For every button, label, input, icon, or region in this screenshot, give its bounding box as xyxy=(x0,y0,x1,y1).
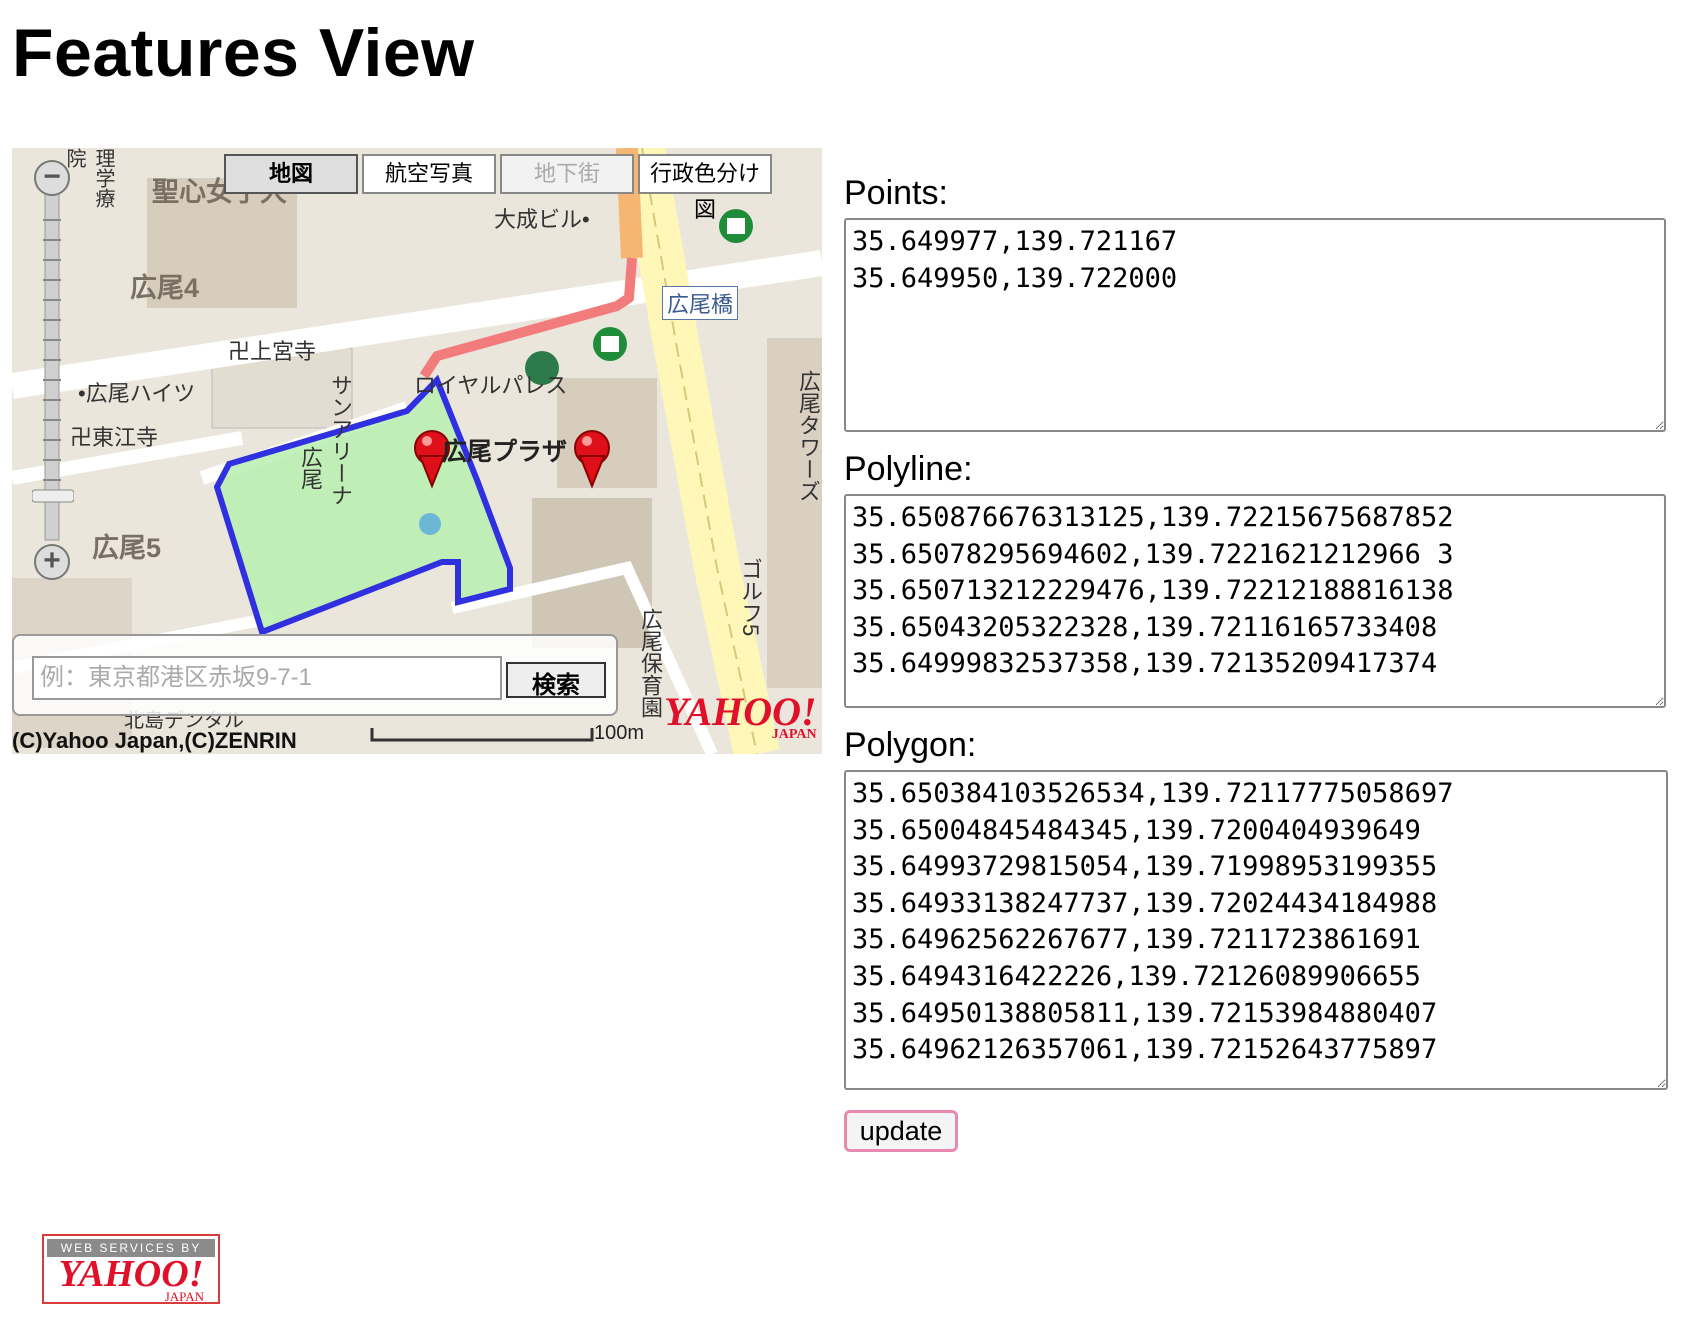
map-label: 卍東江寺 xyxy=(70,425,159,450)
map-label: ロイヤルパレス xyxy=(414,373,568,398)
map-type-admin-button[interactable]: 行政色分け図 xyxy=(638,154,772,222)
map-label: •広尾ハイツ xyxy=(78,381,196,406)
map-label: 広尾5 xyxy=(92,533,162,563)
zoom-slider-handle xyxy=(31,489,75,503)
map-label: 広尾 xyxy=(298,446,323,490)
map-type-map-button[interactable]: 地図 xyxy=(224,154,358,194)
zoom-in-button[interactable]: + xyxy=(34,544,70,580)
map-label: 広尾タワーズ xyxy=(796,370,821,502)
polygon-textarea[interactable] xyxy=(844,770,1668,1090)
map-label: サンアリーナ xyxy=(328,374,353,506)
zoom-control[interactable]: − + xyxy=(31,160,75,580)
points-label: Points: xyxy=(844,174,948,212)
polyline-label: Polyline: xyxy=(844,450,973,488)
update-button[interactable]: update xyxy=(844,1110,958,1152)
map-type-aerial-button[interactable]: 航空写真 xyxy=(362,154,496,194)
points-textarea[interactable] xyxy=(844,218,1666,432)
zoom-out-button[interactable]: − xyxy=(34,160,70,196)
address-search-input[interactable] xyxy=(32,656,502,700)
yahoo-map-logo: YAHOO! JAPAN xyxy=(664,688,817,743)
page-title: Features View xyxy=(12,15,475,91)
map-label: 大成ビル• xyxy=(494,207,590,232)
map-label: ゴルフ5 xyxy=(738,558,763,637)
map-label: 広尾プラザ xyxy=(442,438,568,466)
yahoo-web-services-logo[interactable]: WEB SERVICES BY YAHOO! JAPAN xyxy=(42,1234,220,1304)
map-view[interactable]: 聖心女子大 広尾4 広尾5 卍上宮寺 •広尾ハイツ 卍東江寺 大成ビル• 広尾橋… xyxy=(12,148,822,754)
map-scale-label: 100m xyxy=(594,722,645,744)
logo-main-text: YAHOO! xyxy=(58,1253,204,1295)
map-label: 広尾保育園 xyxy=(638,608,663,718)
map-label: 卍上宮寺 xyxy=(228,339,317,364)
polyline-textarea[interactable] xyxy=(844,494,1666,708)
polygon-label: Polygon: xyxy=(844,726,977,764)
search-button[interactable]: 検索 xyxy=(506,662,606,699)
map-search-panel: 検索 xyxy=(12,634,618,716)
map-type-underground-button[interactable]: 地下街 xyxy=(500,154,634,194)
map-label: 広尾4 xyxy=(130,273,200,303)
zoom-slider-track[interactable] xyxy=(31,160,75,550)
station-label: 広尾橋 xyxy=(662,286,739,320)
map-copyright: (C)Yahoo Japan,(C)ZENRIN xyxy=(12,728,297,753)
